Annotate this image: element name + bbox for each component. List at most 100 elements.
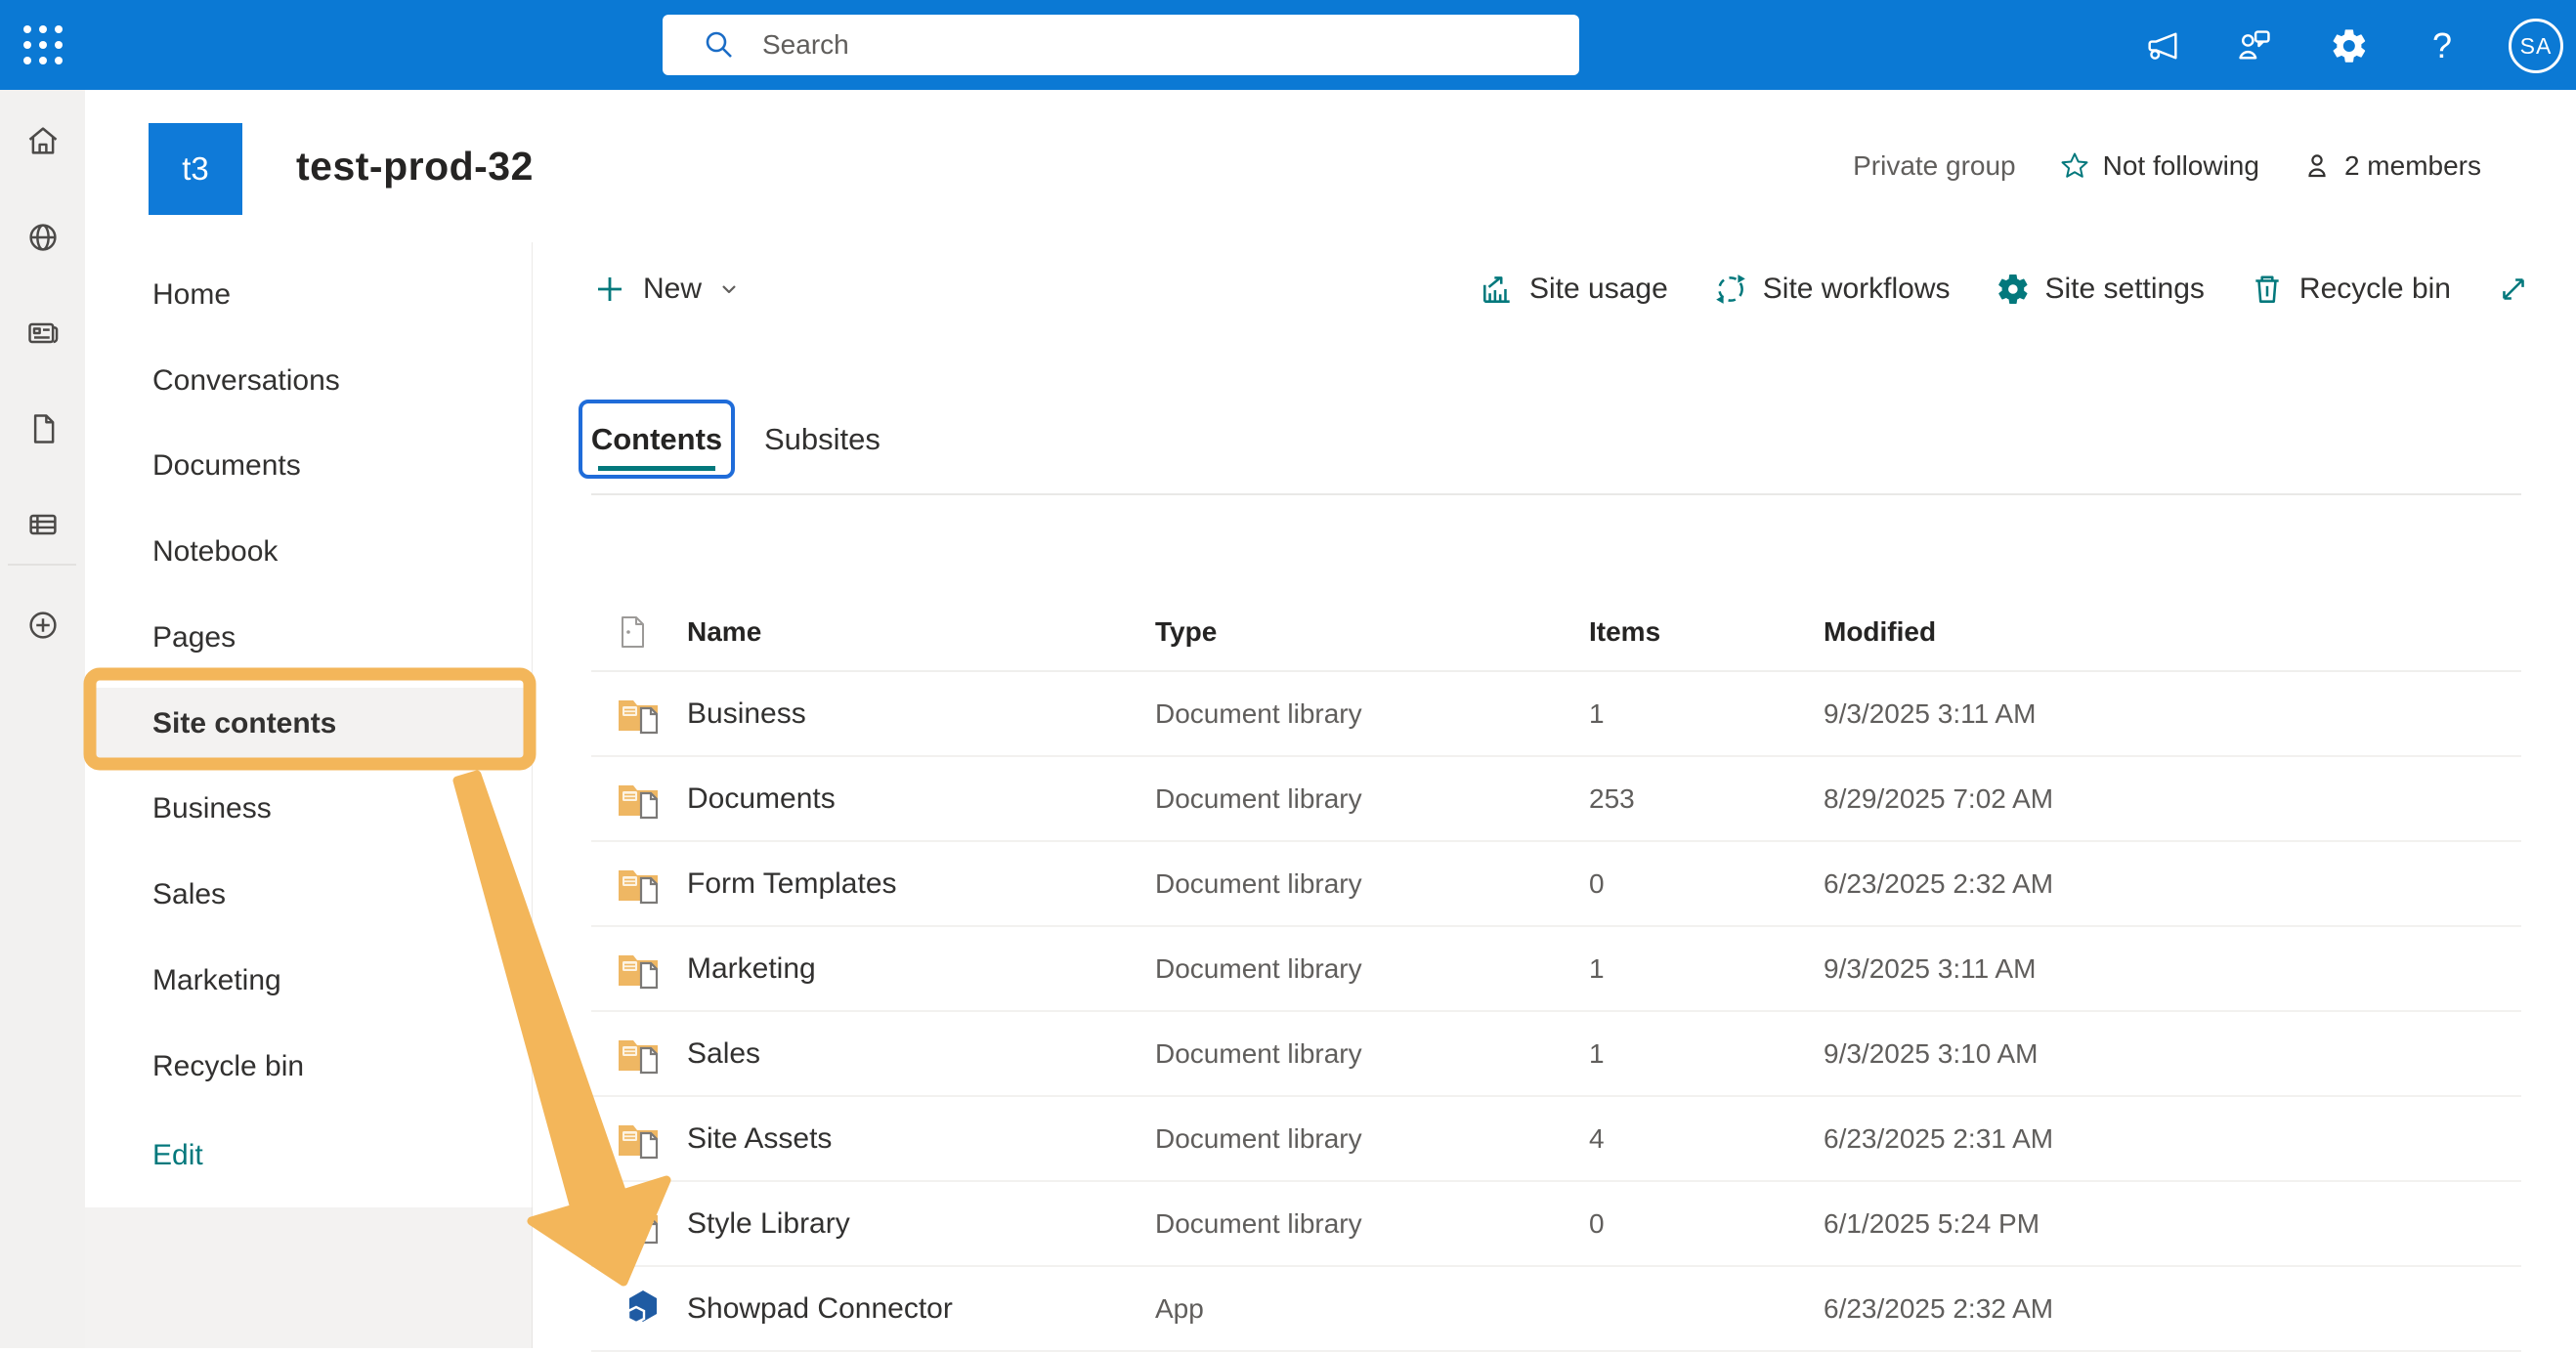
sidebar-item-pages[interactable]: Pages	[85, 595, 533, 681]
row-modified: 9/3/2025 3:10 AM	[1824, 1038, 2521, 1070]
col-header-modified[interactable]: Modified	[1824, 616, 2521, 648]
row-type: Document library	[1155, 953, 1589, 985]
row-type: Document library	[1155, 1038, 1589, 1070]
row-items: 1	[1589, 953, 1824, 985]
table-row-documents[interactable]: Documents Document library 253 8/29/2025…	[591, 757, 2521, 842]
row-modified: 8/29/2025 7:02 AM	[1824, 783, 2521, 815]
site-header: t3 test-prod-32 Private group Not follow…	[85, 90, 2576, 242]
document-library-icon	[591, 1034, 687, 1075]
row-name[interactable]: Style Library	[687, 1207, 1155, 1241]
table-row-form-templates[interactable]: Form Templates Document library 0 6/23/2…	[591, 842, 2521, 927]
nav-edit-link[interactable]: Edit	[85, 1128, 533, 1183]
table-row-sales[interactable]: Sales Document library 1 9/3/2025 3:10 A…	[591, 1012, 2521, 1097]
members-button[interactable]: 2 members	[2302, 150, 2481, 182]
add-icon[interactable]	[25, 608, 61, 643]
row-type: Document library	[1155, 698, 1589, 730]
expand-button[interactable]	[2496, 272, 2531, 307]
bar-chart-icon	[1480, 272, 1515, 307]
search-input[interactable]	[762, 29, 1579, 61]
row-items: 0	[1589, 868, 1824, 900]
table-row-site-assets[interactable]: Site Assets Document library 4 6/23/2025…	[591, 1097, 2521, 1182]
search-box[interactable]	[663, 15, 1579, 75]
table-row-marketing[interactable]: Marketing Document library 1 9/3/2025 3:…	[591, 927, 2521, 1012]
document-icon	[591, 614, 687, 650]
recycle-bin-label: Recycle bin	[2299, 273, 2451, 306]
row-modified: 6/23/2025 2:32 AM	[1824, 868, 2521, 900]
row-modified: 6/23/2025 2:31 AM	[1824, 1123, 2521, 1155]
announcements-button[interactable]	[2134, 18, 2191, 74]
site-nav: Home Conversations Documents Notebook Pa…	[85, 242, 533, 1207]
site-workflows-button[interactable]: Site workflows	[1713, 272, 1951, 307]
sidebar-item-recycle-bin[interactable]: Recycle bin	[85, 1024, 533, 1110]
plus-icon	[593, 273, 626, 306]
sidebar-item-conversations[interactable]: Conversations	[85, 338, 533, 424]
site-settings-button[interactable]: Site settings	[1996, 272, 2205, 307]
row-type: Document library	[1155, 868, 1589, 900]
active-tab-indicator	[598, 466, 715, 471]
row-name[interactable]: Form Templates	[687, 867, 1155, 901]
row-name[interactable]: Documents	[687, 782, 1155, 816]
sidebar-item-business[interactable]: Business	[85, 766, 533, 852]
person-icon	[2302, 151, 2332, 181]
table-row-style-library[interactable]: Style Library Document library 0 6/1/202…	[591, 1182, 2521, 1267]
site-workflows-label: Site workflows	[1763, 273, 1951, 306]
table-row-business[interactable]: Business Document library 1 9/3/2025 3:1…	[591, 672, 2521, 757]
new-button[interactable]: New	[593, 264, 740, 315]
site-logo-text: t3	[182, 150, 209, 188]
row-name[interactable]: Site Assets	[687, 1122, 1155, 1156]
site-contents-table: Name Type Items Modified Business Docume…	[591, 594, 2521, 1352]
settings-button[interactable]	[2321, 18, 2378, 74]
sidebar-item-notebook[interactable]: Notebook	[85, 509, 533, 595]
news-icon[interactable]	[25, 316, 61, 351]
app-launcher-icon[interactable]	[20, 21, 66, 68]
command-bar-actions: Site usage Site workflows Site settings …	[1480, 264, 2531, 315]
help-button[interactable]: ?	[2414, 18, 2470, 74]
chevron-down-icon	[718, 278, 740, 300]
document-library-icon	[591, 864, 687, 905]
site-settings-label: Site settings	[2045, 273, 2205, 306]
col-header-type[interactable]: Type	[1155, 616, 1589, 648]
row-type: Document library	[1155, 783, 1589, 815]
follow-button[interactable]: Not following	[2059, 150, 2259, 182]
sidebar-item-marketing[interactable]: Marketing	[85, 938, 533, 1024]
row-name[interactable]: Showpad Connector	[687, 1292, 1155, 1326]
sidebar-item-documents[interactable]: Documents	[85, 423, 533, 509]
tab-subsites[interactable]: Subsites	[764, 400, 880, 479]
row-modified: 9/3/2025 3:11 AM	[1824, 698, 2521, 730]
file-icon[interactable]	[25, 411, 61, 446]
row-items: 1	[1589, 698, 1824, 730]
members-label: 2 members	[2344, 150, 2481, 182]
tab-contents-label: Contents	[591, 422, 722, 457]
home-icon[interactable]	[25, 123, 61, 158]
sidebar-item-home[interactable]: Home	[85, 252, 533, 338]
row-name[interactable]: Sales	[687, 1037, 1155, 1071]
site-logo[interactable]: t3	[149, 123, 242, 215]
suite-bar: ? SA	[0, 0, 2576, 90]
row-type: App	[1155, 1293, 1589, 1325]
col-header-name[interactable]: Name	[687, 616, 1155, 648]
site-title: test-prod-32	[296, 90, 534, 242]
table-row-showpad-connector[interactable]: Showpad Connector App 6/23/2025 2:32 AM	[591, 1267, 2521, 1352]
site-usage-button[interactable]: Site usage	[1480, 272, 1668, 307]
recycle-bin-button[interactable]: Recycle bin	[2250, 272, 2451, 307]
globe-icon[interactable]	[25, 220, 61, 255]
feedback-button[interactable]	[2226, 18, 2283, 74]
tabs-divider	[591, 493, 2521, 495]
col-header-items[interactable]: Items	[1589, 616, 1824, 648]
row-type: Document library	[1155, 1208, 1589, 1240]
sidebar-item-site-contents[interactable]: Site contents	[85, 681, 533, 767]
tab-contents[interactable]: Contents	[579, 400, 735, 479]
row-name[interactable]: Business	[687, 697, 1155, 731]
sync-arrows-icon	[1713, 272, 1748, 307]
star-icon	[2059, 150, 2090, 182]
row-name[interactable]: Marketing	[687, 952, 1155, 986]
app-icon	[591, 1287, 687, 1331]
document-library-icon	[591, 1204, 687, 1245]
sidebar-item-sales[interactable]: Sales	[85, 852, 533, 938]
avatar-initials: SA	[2520, 33, 2553, 60]
search-icon	[702, 27, 737, 63]
table-icon[interactable]	[25, 507, 61, 542]
row-modified: 6/23/2025 2:32 AM	[1824, 1293, 2521, 1325]
app-rail	[0, 90, 85, 1348]
avatar[interactable]: SA	[2509, 19, 2563, 73]
